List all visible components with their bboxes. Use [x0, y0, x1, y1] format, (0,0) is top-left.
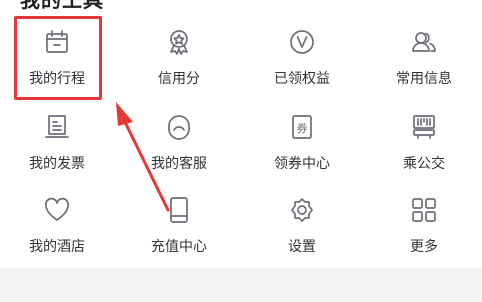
- tool-more[interactable]: 更多: [374, 196, 474, 256]
- grid-icon: [410, 196, 438, 224]
- people-icon: [410, 28, 438, 56]
- calendar-icon: [43, 28, 71, 56]
- tool-my-invoices[interactable]: 我的发票: [7, 113, 107, 173]
- tool-label: 充值中心: [151, 239, 207, 255]
- tool-label: 设置: [288, 239, 316, 255]
- header-strip: 我的工具: [0, 0, 482, 16]
- tool-customer-service[interactable]: 我的客服: [129, 113, 229, 173]
- tool-label: 信用分: [158, 71, 200, 87]
- tool-label: 我的客服: [151, 156, 207, 172]
- tool-label: 乘公交: [403, 156, 445, 172]
- section-title: 我的工具: [20, 0, 104, 12]
- footer-bar: [0, 268, 482, 302]
- tool-my-hotels[interactable]: 我的酒店: [7, 196, 107, 256]
- tool-label: 常用信息: [396, 71, 452, 87]
- svg-text:券: 券: [297, 121, 308, 135]
- invoice-icon: [43, 113, 71, 141]
- tool-label: 我的酒店: [29, 239, 85, 255]
- phone-icon: [165, 196, 193, 224]
- medal-icon: [165, 28, 193, 56]
- tool-label: 已领权益: [274, 71, 330, 87]
- tool-common-info[interactable]: 常用信息: [374, 28, 474, 88]
- tool-recharge-center[interactable]: 充值中心: [129, 196, 229, 256]
- tool-label: 我的行程: [29, 71, 85, 87]
- tool-coupon-center[interactable]: 券 领券中心: [252, 113, 352, 173]
- tool-label: 更多: [410, 239, 438, 255]
- tool-claimed-benefits[interactable]: 已领权益: [252, 28, 352, 88]
- tool-label: 领券中心: [274, 156, 330, 172]
- bus-code-icon: [410, 113, 438, 141]
- coupon-icon: 券: [288, 113, 316, 141]
- tool-ride-bus[interactable]: 乘公交: [374, 113, 474, 173]
- tool-my-trips[interactable]: 我的行程: [7, 28, 107, 88]
- heart-icon: [43, 196, 71, 224]
- tool-settings[interactable]: 设置: [252, 196, 352, 256]
- tool-label: 我的发票: [29, 156, 85, 172]
- tool-credit-score[interactable]: 信用分: [129, 28, 229, 88]
- headset-icon: [165, 113, 193, 141]
- gear-icon: [288, 196, 316, 224]
- v-circle-icon: [288, 28, 316, 56]
